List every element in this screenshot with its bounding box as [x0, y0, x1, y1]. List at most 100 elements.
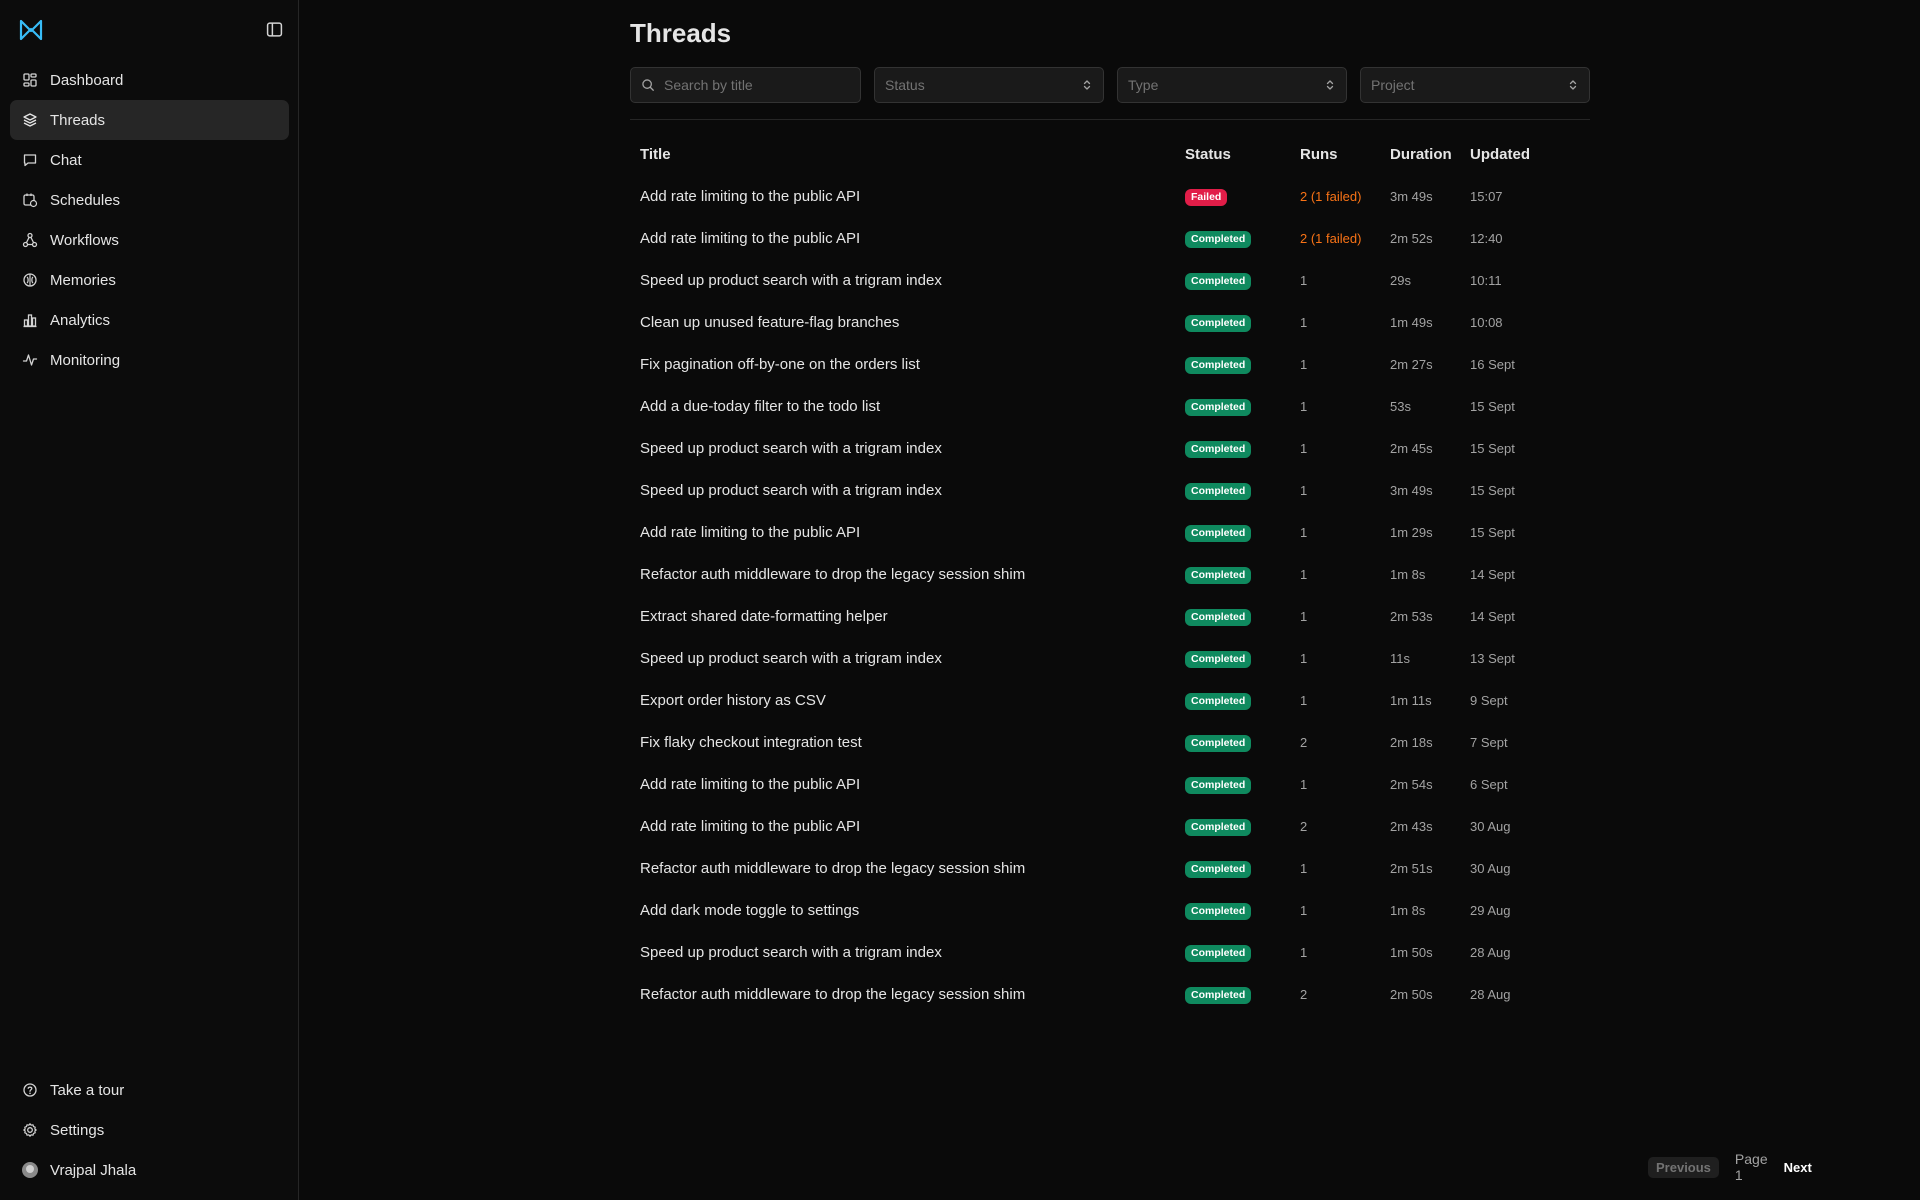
sidebar-nav: Dashboard Threads Chat Schedules Workflo… — [10, 60, 289, 380]
search-input[interactable] — [664, 77, 844, 93]
table-row[interactable]: Refactor auth middleware to drop the leg… — [630, 553, 1590, 595]
updated-value: 12:40 — [1470, 230, 1503, 246]
sidebar-item-threads[interactable]: Threads — [10, 100, 289, 140]
chevron-up-down-icon — [1083, 80, 1091, 90]
duration-value: 2m 50s — [1390, 986, 1433, 1002]
thread-title[interactable]: Fix flaky checkout integration test — [630, 721, 1185, 763]
thread-title[interactable]: Extract shared date-formatting helper — [630, 595, 1185, 637]
runs-count: 1 — [1300, 902, 1308, 918]
runs-count: 1 — [1300, 524, 1308, 540]
status-cell: Completed — [1185, 553, 1300, 595]
table-row[interactable]: Add a due-today filter to the todo list C… — [630, 385, 1590, 427]
duration-value: 2m 18s — [1390, 734, 1433, 750]
sidebar-toggle-icon[interactable] — [266, 21, 283, 38]
status-cell: Completed — [1185, 973, 1300, 1015]
sidebar-item-analytics[interactable]: Analytics — [10, 300, 289, 340]
sidebar-item-label: Analytics — [50, 311, 111, 329]
status-cell: Completed — [1185, 301, 1300, 343]
table-row[interactable]: Fix pagination off-by-one on the orders … — [630, 343, 1590, 385]
header-runs[interactable]: Runs — [1300, 133, 1390, 175]
chevron-up-down-icon — [1569, 80, 1577, 90]
thread-title[interactable]: Refactor auth middleware to drop the leg… — [630, 973, 1185, 1015]
chevron-up-down-icon — [1326, 80, 1334, 90]
status-cell: Completed — [1185, 679, 1300, 721]
thread-title[interactable]: Speed up product search with a trigram i… — [630, 637, 1185, 679]
table-row[interactable]: Refactor auth middleware to drop the leg… — [630, 847, 1590, 889]
table-row[interactable]: Add dark mode toggle to settings Complete… — [630, 889, 1590, 931]
updated-value: 16 Sept — [1470, 356, 1515, 372]
table-row[interactable]: Speed up product search with a trigram i… — [630, 469, 1590, 511]
user-profile-button[interactable]: Vrajpal Jhala — [10, 1150, 289, 1190]
table-row[interactable]: Refactor auth middleware to drop the leg… — [630, 973, 1590, 1015]
previous-page-button[interactable]: Previous — [1648, 1156, 1719, 1178]
duration-value: 11s — [1390, 650, 1410, 666]
sidebar-item-dashboard[interactable]: Dashboard — [10, 60, 289, 100]
duration-value: 29s — [1390, 272, 1411, 288]
thread-title[interactable]: Add rate limiting to the public API — [630, 805, 1185, 847]
table-row[interactable]: Add rate limiting to the public API Faile… — [630, 175, 1590, 217]
sidebar-item-settings[interactable]: Settings — [10, 1110, 289, 1150]
table-row[interactable]: Add rate limiting to the public API Compl… — [630, 511, 1590, 553]
status-select[interactable]: Status — [874, 67, 1104, 103]
thread-title[interactable]: Add rate limiting to the public API — [630, 511, 1185, 553]
updated-value: 28 Aug — [1470, 944, 1511, 960]
duration-value: 1m 11s — [1390, 692, 1432, 708]
thread-title[interactable]: Refactor auth middleware to drop the leg… — [630, 553, 1185, 595]
thread-title[interactable]: Clean up unused feature-flag branches — [630, 301, 1185, 343]
header-updated[interactable]: Updated — [1470, 133, 1590, 175]
app-logo-icon[interactable] — [18, 18, 44, 42]
thread-title[interactable]: Add rate limiting to the public API — [630, 175, 1185, 217]
table-row[interactable]: Speed up product search with a trigram i… — [630, 637, 1590, 679]
sidebar-item-monitoring[interactable]: Monitoring — [10, 340, 289, 380]
next-page-button[interactable]: Next — [1784, 1160, 1812, 1175]
thread-title[interactable]: Refactor auth middleware to drop the leg… — [630, 847, 1185, 889]
thread-title[interactable]: Speed up product search with a trigram i… — [630, 931, 1185, 973]
sidebar-item-schedules[interactable]: Schedules — [10, 180, 289, 220]
sidebar-item-memories[interactable]: Memories — [10, 260, 289, 300]
sidebar-item-workflows[interactable]: Workflows — [10, 220, 289, 260]
thread-title[interactable]: Add rate limiting to the public API — [630, 763, 1185, 805]
thread-title[interactable]: Speed up product search with a trigram i… — [630, 469, 1185, 511]
project-select[interactable]: Project — [1360, 67, 1590, 103]
table-row[interactable]: Add rate limiting to the public API Compl… — [630, 805, 1590, 847]
duration-value: 1m 8s — [1390, 566, 1426, 582]
brain-icon — [22, 272, 38, 288]
table-row[interactable]: Fix flaky checkout integration test Compl… — [630, 721, 1590, 763]
table-row[interactable]: Speed up product search with a trigram i… — [630, 427, 1590, 469]
duration-value: 3m 49s — [1390, 188, 1433, 204]
updated-value: 7 Sept — [1470, 734, 1508, 750]
table-row[interactable]: Add rate limiting to the public API Compl… — [630, 217, 1590, 259]
updated-value: 15 Sept — [1470, 398, 1515, 414]
type-select[interactable]: Type — [1117, 67, 1347, 103]
duration-value: 53s — [1390, 398, 1411, 414]
header-title[interactable]: Title — [630, 133, 1185, 175]
updated-value: 30 Aug — [1470, 818, 1511, 834]
thread-title[interactable]: Add rate limiting to the public API — [630, 217, 1185, 259]
sidebar-item-label: Schedules — [50, 191, 121, 209]
table-row[interactable]: Export order history as CSV Completed 1 1m … — [630, 679, 1590, 721]
runs-count: 1 — [1300, 944, 1308, 960]
table-row[interactable]: Speed up product search with a trigram i… — [630, 259, 1590, 301]
thread-title[interactable]: Add a due-today filter to the todo list — [630, 385, 1185, 427]
table-row[interactable]: Extract shared date-formatting helper Com… — [630, 595, 1590, 637]
thread-title[interactable]: Fix pagination off-by-one on the orders … — [630, 343, 1185, 385]
header-duration[interactable]: Duration — [1390, 133, 1470, 175]
duration-value: 2m 43s — [1390, 818, 1433, 834]
duration-value: 3m 49s — [1390, 482, 1433, 498]
table-row[interactable]: Clean up unused feature-flag branches Com… — [630, 301, 1590, 343]
status-badge: Completed — [1185, 650, 1252, 668]
status-cell: Completed — [1185, 847, 1300, 889]
table-row[interactable]: Speed up product search with a trigram i… — [630, 931, 1590, 973]
thread-title[interactable]: Speed up product search with a trigram i… — [630, 427, 1185, 469]
sidebar-item-label: Monitoring — [50, 351, 121, 369]
thread-title[interactable]: Export order history as CSV — [630, 679, 1185, 721]
thread-title[interactable]: Speed up product search with a trigram i… — [630, 259, 1185, 301]
search-field[interactable] — [630, 67, 861, 103]
sidebar-item-chat[interactable]: Chat — [10, 140, 289, 180]
table-row[interactable]: Add rate limiting to the public API Compl… — [630, 763, 1590, 805]
header-status[interactable]: Status — [1185, 133, 1300, 175]
status-cell: Completed — [1185, 385, 1300, 427]
thread-title[interactable]: Add dark mode toggle to settings — [630, 889, 1185, 931]
take-a-tour-button[interactable]: Take a tour — [10, 1070, 289, 1110]
duration-value: 2m 27s — [1390, 356, 1433, 372]
